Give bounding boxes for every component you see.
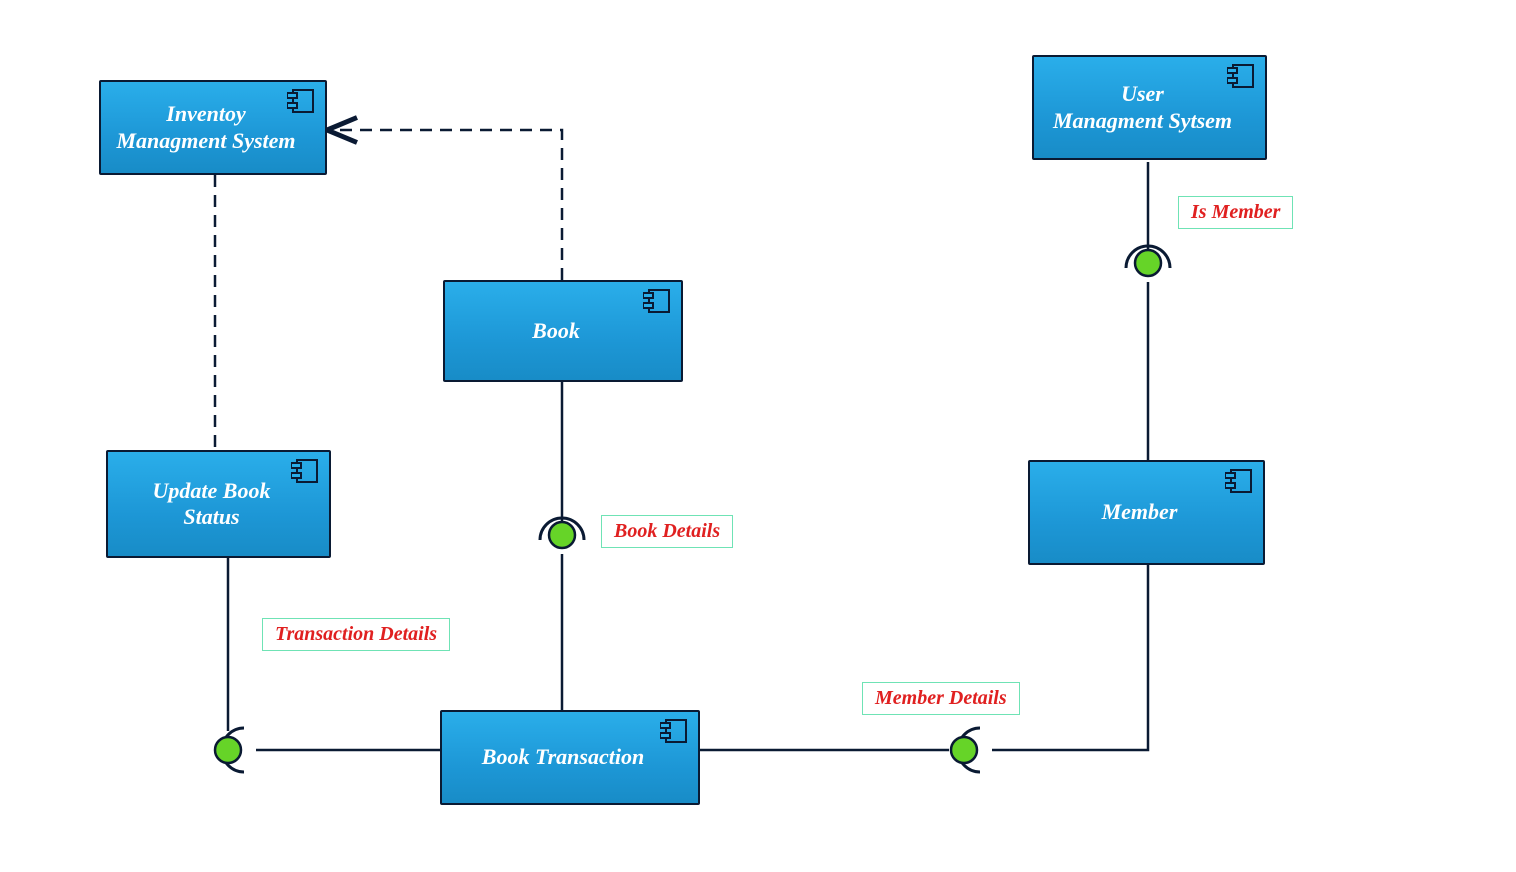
label-transaction-details: Transaction Details (262, 618, 450, 651)
component-label: Update BookStatus (153, 478, 271, 531)
component-icon (1225, 468, 1253, 494)
dependency-book-to-inventory (327, 130, 562, 280)
component-icon (287, 88, 315, 114)
ball-transaction-details (208, 730, 248, 770)
component-icon (660, 718, 688, 744)
wire-memberdetails-to-member (992, 565, 1148, 750)
ball-member-details (944, 730, 984, 770)
component-label: Book (532, 318, 580, 344)
label-member-details: Member Details (862, 682, 1020, 715)
component-member: Member (1028, 460, 1265, 565)
component-book-transaction: Book Transaction (440, 710, 700, 805)
ball-is-member (1128, 243, 1168, 283)
component-user-management: UserManagment Sytsem (1032, 55, 1267, 160)
socket-memberdetails (958, 728, 980, 772)
component-icon (643, 288, 671, 314)
component-label: Book Transaction (482, 744, 644, 770)
socket-txndetails (222, 728, 244, 772)
component-icon (1227, 63, 1255, 89)
component-label: InventoyManagment System (116, 101, 295, 154)
label-is-member: Is Member (1178, 196, 1293, 229)
socket-bookdetails (540, 518, 584, 540)
component-inventory-management: InventoyManagment System (99, 80, 327, 175)
ball-book-details (542, 515, 582, 555)
socket-ismember (1126, 246, 1170, 268)
label-book-details: Book Details (601, 515, 733, 548)
component-icon (291, 458, 319, 484)
diagram-canvas: InventoyManagment System UserManagment S… (0, 0, 1516, 872)
component-book: Book (443, 280, 683, 382)
component-label: UserManagment Sytsem (1053, 81, 1232, 134)
component-update-book-status: Update BookStatus (106, 450, 331, 558)
component-label: Member (1102, 499, 1178, 525)
